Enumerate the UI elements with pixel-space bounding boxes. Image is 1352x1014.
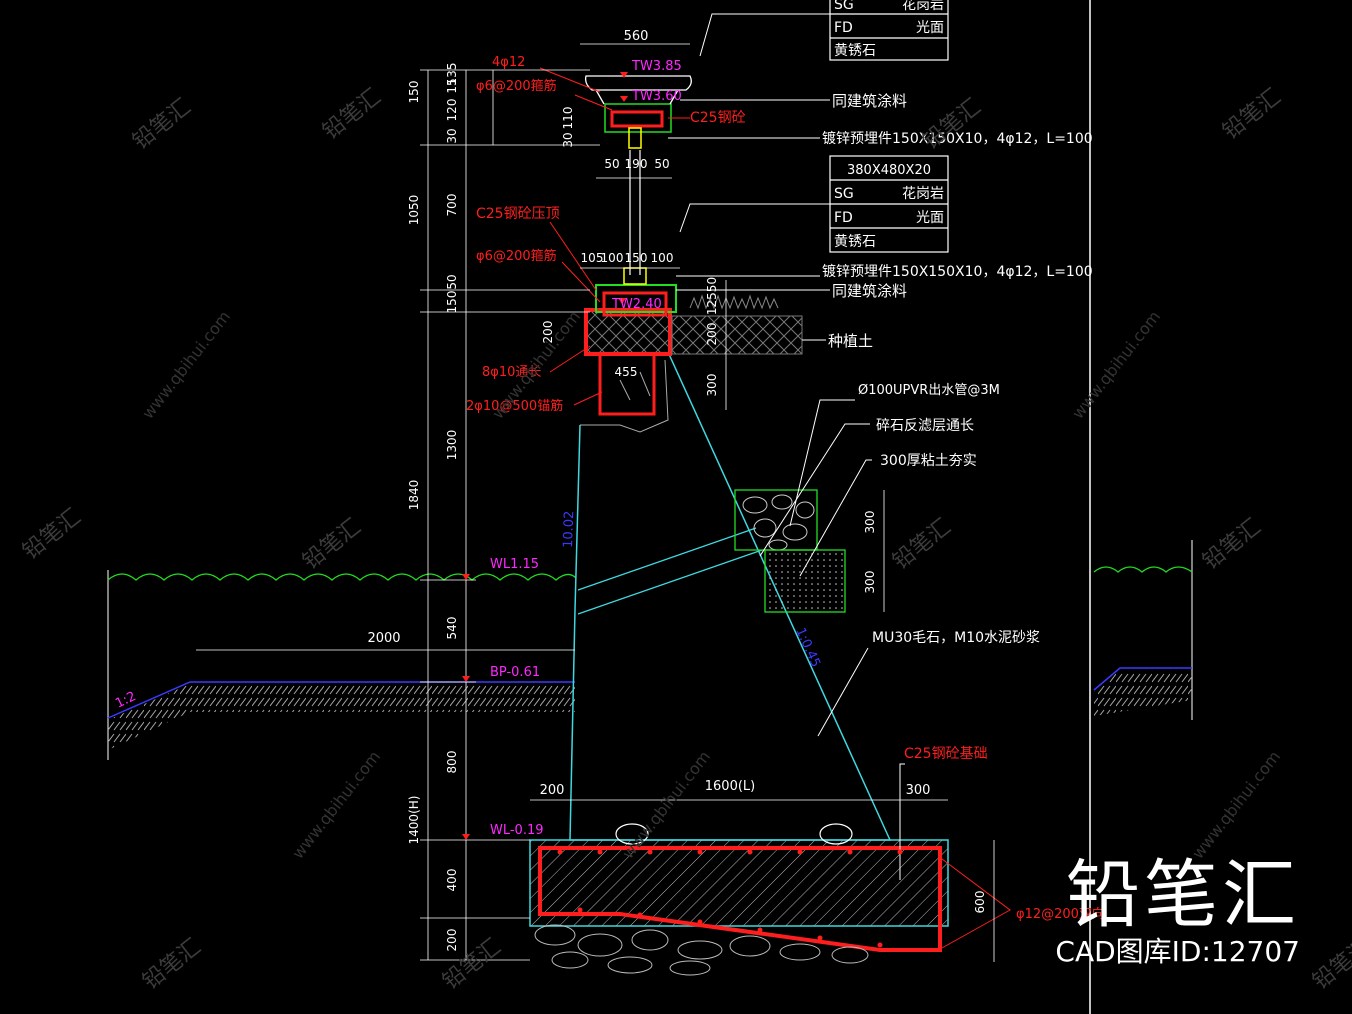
svg-text:铅笔汇: 铅笔汇 [298, 514, 365, 574]
table-mid-val-0: 花岗岩 [902, 186, 944, 202]
dim-200d: 200 [540, 783, 565, 798]
dim-30b: 30 [561, 132, 575, 147]
dim-1840: 1840 [407, 480, 421, 511]
dim-400: 400 [445, 869, 459, 892]
cad-id: CAD图库ID:12707 [1055, 935, 1300, 968]
dim-560: 560 [624, 29, 649, 44]
slope-1: 10.02 [561, 510, 577, 548]
dim-455: 455 [615, 365, 638, 379]
svg-text:www.qbihui.com: www.qbihui.com [1068, 307, 1164, 422]
coping-base [584, 308, 672, 356]
dim-100a: 100 [601, 251, 624, 265]
dim-300a: 300 [705, 374, 719, 397]
water-line-right [1093, 566, 1193, 573]
note-masonry: MU30毛石，M10水泥砂浆 [872, 630, 1040, 646]
red-label-4phi12: 4φ12 [492, 55, 525, 70]
svg-text:铅笔汇: 铅笔汇 [1218, 84, 1285, 144]
svg-text:铅笔汇: 铅笔汇 [18, 504, 85, 564]
dim-2000: 2000 [367, 631, 400, 646]
note-coat-2: 同建筑涂料 [832, 282, 907, 300]
table-top-code-1: FD [834, 20, 853, 36]
ground-hatch [108, 684, 575, 750]
red-label-coping: C25钢砼压顶 [476, 206, 560, 222]
foundation-stones [534, 924, 869, 976]
svg-text:铅笔汇: 铅笔汇 [1198, 514, 1265, 574]
note-clay: 300厚粘土夯实 [880, 453, 977, 469]
svg-text:铅笔汇: 铅笔汇 [888, 514, 955, 574]
dim-150a: 150 [407, 81, 421, 104]
dim-100b: 100 [651, 251, 674, 265]
red-label-c25: C25钢砼 [690, 110, 746, 126]
dim-700: 700 [445, 194, 459, 217]
svg-text:www.qbihui.com: www.qbihui.com [1188, 747, 1284, 862]
rail-embed [628, 127, 642, 149]
dim-110: 110 [561, 107, 575, 130]
table-mid-val-1: 光面 [916, 210, 944, 226]
dim-300c: 300 [863, 511, 877, 534]
dim-200a: 200 [705, 323, 719, 346]
red-label-stirrup-1: φ6@200箍筋 [476, 78, 557, 94]
dim-300b: 300 [906, 783, 931, 798]
grass [689, 294, 779, 310]
slope-3: 1:2 [113, 689, 138, 712]
svg-text:www.qbihui.com: www.qbihui.com [288, 747, 384, 862]
dim-1300: 1300 [445, 430, 459, 461]
table-top-code-2: 黄锈石 [834, 42, 876, 59]
dim-190: 190 [625, 157, 648, 171]
anchor-bars [598, 352, 656, 416]
table-mid-header: 380X480X20 [847, 163, 931, 178]
post-embed [623, 267, 647, 285]
svg-text:铅笔汇: 铅笔汇 [138, 934, 205, 994]
dim-120: 120 [445, 99, 459, 122]
svg-text:铅笔汇: 铅笔汇 [128, 94, 195, 154]
clay-box [764, 549, 846, 613]
level-markers [462, 72, 628, 840]
brand-name: 铅笔汇 [1066, 852, 1300, 938]
dim-1600: 1600(L) [705, 779, 755, 794]
dim-800: 800 [445, 751, 459, 774]
svg-text:铅笔汇: 铅笔汇 [318, 84, 385, 144]
table-top-val-1: 光面 [916, 20, 944, 36]
dim-200c: 200 [445, 929, 459, 952]
level-tw3: TW2.40 [611, 297, 662, 312]
dim-600: 600 [973, 891, 987, 914]
dim-30a: 30 [445, 128, 459, 143]
dim-50a: 50 [604, 157, 619, 171]
dim-12550: 12550 [705, 277, 719, 315]
svg-text:www.qbihui.com: www.qbihui.com [138, 307, 234, 422]
level-tw1: TW3.85 [631, 59, 682, 74]
level-bp: BP-0.61 [490, 665, 540, 680]
table-mid-code-0: SG [834, 186, 854, 202]
table-mid-code-1: FD [834, 210, 853, 226]
dim-50b: 50 [654, 157, 669, 171]
dim-300d: 300 [863, 571, 877, 594]
red-label-stirrup-2: φ6@200箍筋 [476, 248, 557, 264]
note-gravel: 碎石反滤层通长 [876, 418, 974, 434]
note-soil: 种植土 [828, 332, 873, 350]
dim-1400: 1400(H) [407, 796, 421, 845]
table-mid-code-2: 黄锈石 [834, 233, 876, 250]
dim-50c: 50 [445, 274, 459, 289]
brand-watermark: 铅笔汇 CAD图库ID:12707 [1055, 855, 1300, 969]
dim-1050: 1050 [407, 195, 421, 226]
svg-text:铅笔汇: 铅笔汇 [1308, 934, 1352, 994]
planting-bed [671, 315, 803, 355]
dim-540: 540 [445, 617, 459, 640]
table-top-val-0: 花岗岩 [902, 0, 944, 13]
rail-rebar [610, 110, 664, 128]
level-wl1: WL1.15 [490, 557, 539, 572]
note-pipe: Ø100UPVR出水管@3M [858, 383, 1000, 398]
dim-150b: 150 [445, 291, 459, 314]
note-coat-1: 同建筑涂料 [832, 92, 907, 110]
water-line [107, 573, 577, 581]
table-top-code-0: SG [834, 0, 854, 13]
red-label-foundation: C25钢砼基础 [904, 745, 988, 762]
level-wl2: WL-0.19 [490, 823, 544, 838]
slope-2: 1:0.45 [792, 626, 823, 670]
dim-135: 135 [445, 63, 459, 86]
level-tw2: TW3.60 [631, 89, 682, 104]
dim-150c: 150 [625, 251, 648, 265]
note-embed-2: 镀锌预埋件150X150X10，4φ12，L=100 [822, 263, 1093, 280]
